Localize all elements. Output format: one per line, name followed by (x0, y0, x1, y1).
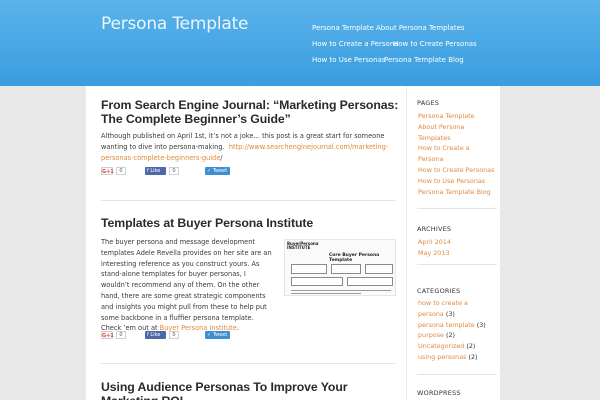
thumbnail-logo: BuyerPersona INSTITUTE (287, 242, 318, 250)
category-count: (3) (443, 309, 455, 318)
nav-about-persona-templates[interactable]: About Persona Templates (376, 24, 465, 32)
thumbnail-line (291, 293, 361, 294)
post-title[interactable]: From Search Engine Journal: “Marketing P… (101, 98, 401, 126)
sidebar-page-link[interactable]: Persona Template (418, 112, 475, 120)
post-title[interactable]: Templates at Buyer Persona Institute (101, 216, 401, 230)
tweet-button[interactable]: ✓ Tweet (205, 331, 230, 339)
thumbnail-line (291, 290, 391, 291)
post-text: some backbone in a fluffier persona temp… (101, 313, 254, 322)
category-count: (2) (466, 352, 478, 361)
archives-list: April 2014 May 2013 (418, 237, 502, 259)
post-text: interesting reference as you construct y… (101, 259, 260, 268)
sidebar-page-link[interactable]: About Persona (418, 123, 464, 131)
facebook-like-count: 0 (169, 331, 179, 339)
like-label: Like (150, 168, 161, 174)
post-text: hand, there are some great strategic com… (101, 291, 266, 300)
categories-list: how to create a persona (3) persona temp… (418, 298, 502, 363)
category-count: (2) (464, 342, 476, 351)
nav-persona-template-blog[interactable]: Persona Template Blog (384, 56, 464, 64)
category-link[interactable]: purpose (418, 331, 444, 339)
archive-link[interactable]: April 2014 (418, 238, 451, 246)
sidebar-page-link[interactable]: How to Use Personas (418, 177, 485, 185)
sidebar-page-link[interactable]: Templates (418, 134, 451, 142)
share-bar: G+1 0 f Like 0 ✓ Tweet (101, 331, 231, 340)
main-content: From Search Engine Journal: “Marketing P… (86, 86, 406, 400)
post-text: Although published on April 1st, it’s no… (101, 132, 385, 140)
categories-heading: CATEGORIES (417, 287, 461, 295)
divider (101, 363, 396, 364)
tweet-label: Tweet (212, 332, 228, 338)
sidebar-page-link[interactable]: How to Create Personas (418, 166, 494, 174)
sidebar-page-link[interactable]: Persona (418, 155, 443, 163)
facebook-like-button[interactable]: f Like (145, 331, 166, 339)
pages-heading: PAGES (417, 99, 440, 107)
sidebar-divider (417, 374, 497, 375)
category-link[interactable]: Uncategorized (418, 342, 464, 350)
post-text: wouldn’t recommend any of them. On the o… (101, 281, 260, 290)
post-title[interactable]: Using Audience Personas To Improve Your … (101, 380, 401, 400)
site-title[interactable]: Persona Template (101, 14, 249, 34)
category-link[interactable]: persona template (418, 321, 475, 329)
facebook-like-count: 0 (169, 167, 179, 175)
nav-how-to-create-a-persona[interactable]: How to Create a Persona (312, 40, 399, 48)
nav-how-to-create-personas[interactable]: How to Create Personas (393, 40, 477, 48)
category-link[interactable]: how to create a (418, 299, 468, 307)
google-plus-button[interactable]: G+1 (101, 331, 114, 339)
category-link[interactable]: persona (418, 310, 444, 318)
post-excerpt: The buyer persona and message developmen… (101, 237, 281, 334)
google-plus-count: 0 (116, 331, 126, 339)
post-text: and insights you might pull from these t… (101, 302, 267, 311)
thumbnail-title: Core Buyer Persona Template (329, 253, 379, 263)
nav-how-to-use-personas[interactable]: How to Use Personas (312, 56, 386, 64)
share-bar: G+1 0 f Like 0 ✓ Tweet (101, 167, 231, 176)
post-link[interactable]: http://www.searchenginejournal.com/marke… (229, 143, 388, 151)
thumbnail-logo-text: INSTITUTE (287, 245, 311, 250)
divider (101, 200, 396, 201)
google-plus-count: 0 (116, 167, 126, 175)
category-link[interactable]: using personas (418, 353, 466, 361)
template-thumbnail[interactable]: BuyerPersona INSTITUTE Core Buyer Persona… (284, 239, 396, 296)
post-text: The buyer persona and message developmen… (101, 238, 255, 246)
wordpress-heading: WORDPRESS (417, 389, 461, 397)
archive-link[interactable]: May 2013 (418, 249, 450, 257)
sidebar-page-link[interactable]: Persona Template Blog (418, 188, 491, 196)
thumbnail-box (365, 264, 393, 274)
post-text: / (220, 153, 223, 162)
thumbnail-title-text: Template (329, 258, 353, 263)
post-text: . (236, 324, 239, 333)
facebook-like-button[interactable]: f Like (145, 167, 166, 175)
thumbnail-box (331, 264, 361, 274)
sidebar-page-link[interactable]: How to Create a (418, 144, 470, 152)
tweet-button[interactable]: ✓ Tweet (205, 167, 230, 175)
like-label: Like (150, 332, 161, 338)
post-excerpt: Although published on April 1st, it’s no… (101, 131, 401, 163)
post-text: wanting to dive into persona-making. (101, 142, 225, 151)
post-text: stand-alone templates for buyer personas… (101, 270, 246, 279)
thumbnail-box (291, 264, 327, 274)
sidebar-divider (417, 264, 497, 265)
site-header: Persona Template Persona Template About … (0, 0, 600, 86)
post-link[interactable]: personas-complete-beginners-guide (101, 154, 220, 162)
pages-list: Persona Template About Persona Templates… (418, 111, 502, 197)
google-plus-button[interactable]: G+1 (101, 167, 114, 175)
category-count: (3) (474, 320, 486, 329)
tweet-label: Tweet (212, 168, 228, 174)
category-count: (2) (443, 331, 456, 340)
sidebar-divider (417, 208, 497, 209)
thumbnail-box (291, 277, 343, 286)
post-text: templates Adele Revella provides on her … (101, 248, 272, 257)
sidebar: PAGES Persona Template About Persona Tem… (406, 86, 500, 400)
nav-persona-template[interactable]: Persona Template (312, 24, 374, 32)
archives-heading: ARCHIVES (417, 225, 452, 233)
thumbnail-box (347, 277, 393, 286)
